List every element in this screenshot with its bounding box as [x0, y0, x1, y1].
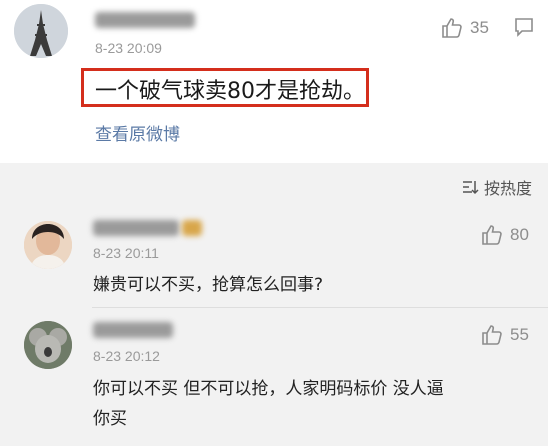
comment-time: 8-23 20:09 — [95, 40, 162, 56]
like-count: 55 — [510, 325, 529, 344]
avatar[interactable] — [24, 321, 72, 369]
reply-time: 8-23 20:12 — [93, 348, 160, 364]
main-comment: 8-23 20:09 35 一个破气球卖80才是抢劫。 查看原微博 — [0, 0, 548, 163]
avatar[interactable] — [14, 4, 68, 58]
reply-text: 嫌贵可以不买，抢算怎么回事? — [93, 275, 324, 295]
like-count: 80 — [510, 225, 529, 244]
reply-item: 8-23 20:12 55 你可以不买 但不可以抢，人家明码标价 没人逼 你买 — [0, 307, 548, 446]
comment-text: 一个破气球卖80才是抢劫。 — [95, 79, 365, 104]
reply-button[interactable] — [513, 16, 535, 42]
sort-icon — [462, 181, 479, 195]
sort-by-hot-button[interactable]: 按热度 — [461, 175, 532, 199]
view-original-link[interactable]: 查看原微博 — [95, 120, 180, 145]
koala-avatar-image — [24, 321, 72, 369]
like-button[interactable]: 55 — [480, 323, 529, 347]
username-blurred[interactable] — [93, 322, 173, 338]
user-badge-blurred — [182, 220, 202, 236]
thumbs-up-icon — [482, 225, 502, 245]
like-count: 35 — [470, 18, 489, 37]
sort-bar: 按热度 — [0, 163, 548, 209]
reply-text-line-1: 你可以不买 但不可以抢，人家明码标价 没人逼 — [93, 379, 444, 399]
thumbs-up-icon — [482, 325, 502, 345]
reply-text-line-2: 你买 — [93, 409, 127, 429]
reply-time: 8-23 20:11 — [93, 245, 159, 261]
like-button[interactable]: 35 — [440, 16, 489, 40]
username-blurred[interactable] — [93, 220, 179, 236]
username-blurred[interactable] — [95, 12, 195, 28]
comment-icon — [515, 18, 533, 37]
reply-item: 8-23 20:11 80 嫌贵可以不买，抢算怎么回事? — [0, 209, 548, 307]
avatar[interactable] — [24, 221, 72, 269]
like-button[interactable]: 80 — [480, 223, 529, 247]
eiffel-tower-avatar-image — [14, 4, 68, 58]
sort-label: 按热度 — [483, 179, 532, 198]
divider — [92, 307, 548, 308]
person-avatar-image — [24, 221, 72, 269]
thumbs-up-icon — [442, 18, 462, 38]
